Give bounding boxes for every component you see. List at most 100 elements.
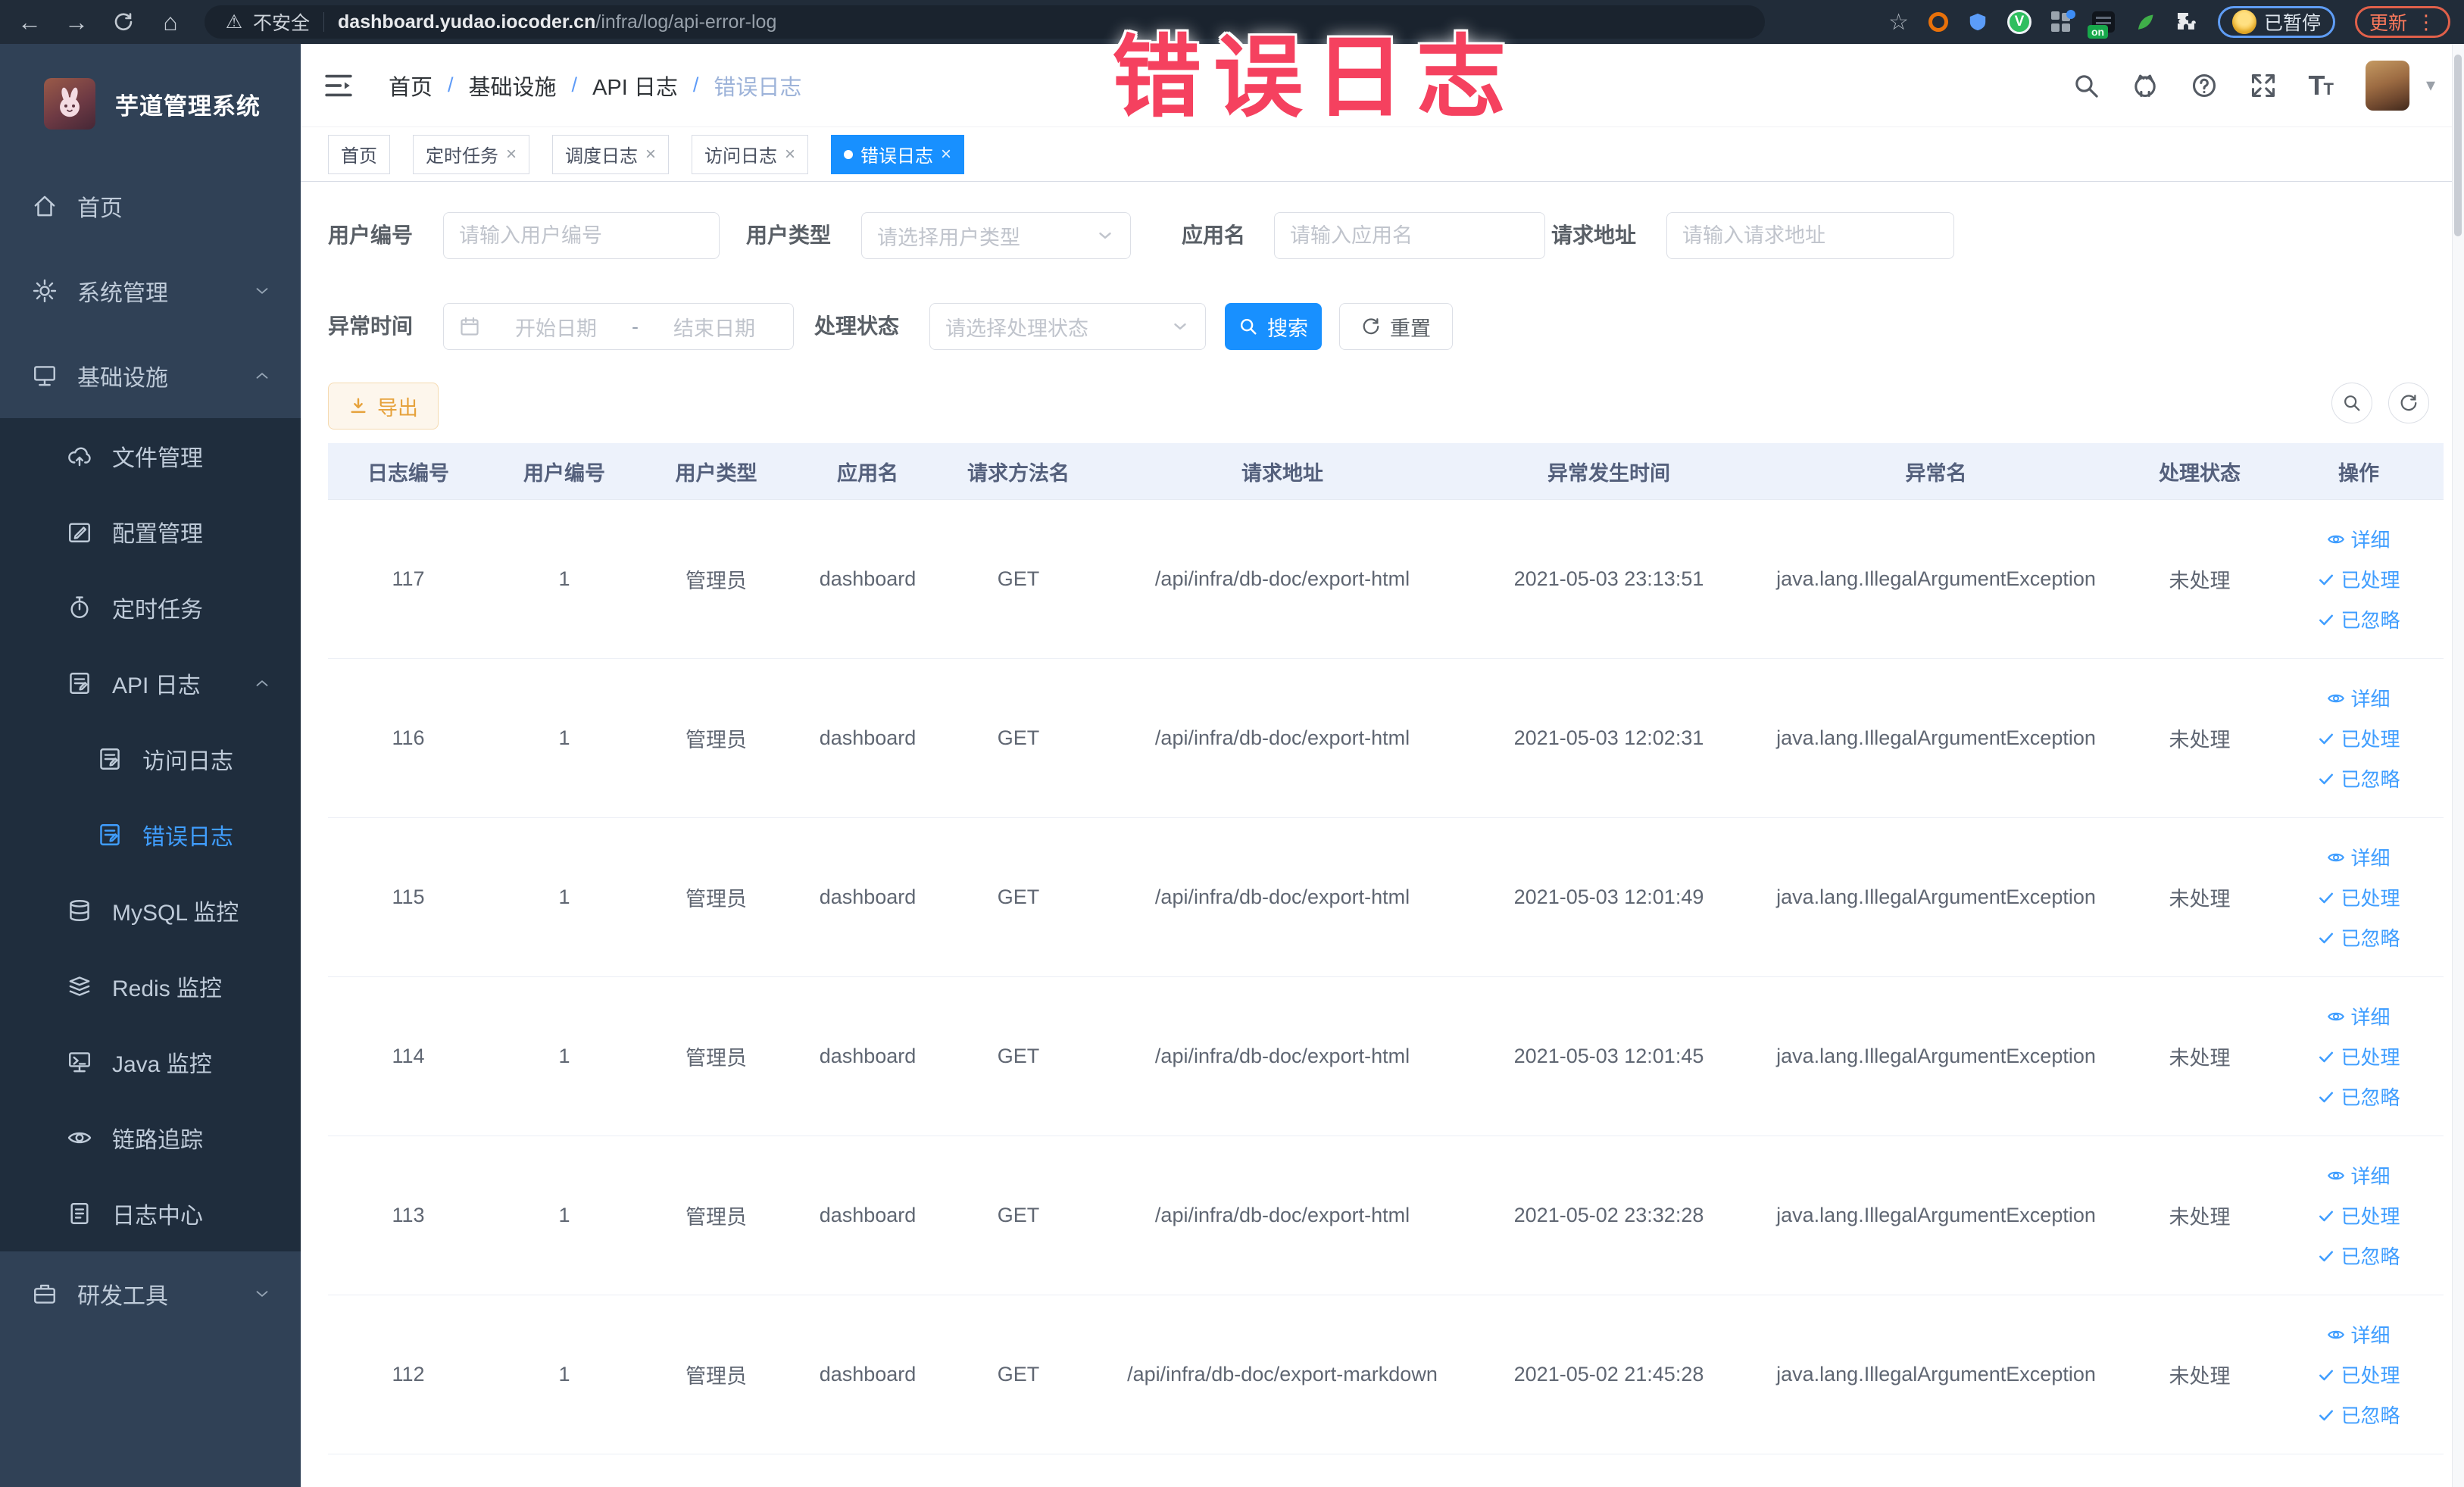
sidebar-item-系统管理[interactable]: 系统管理 bbox=[0, 248, 301, 333]
action-link-详细[interactable]: 详细 bbox=[2327, 1320, 2391, 1348]
sidebar-item-MySQL-监控[interactable]: MySQL 监控 bbox=[0, 873, 301, 948]
refresh-table-button[interactable] bbox=[2388, 383, 2429, 423]
action-link-已忽略[interactable]: 已忽略 bbox=[2317, 1401, 2400, 1429]
address-bar[interactable]: ⚠ 不安全 dashboard.yudao.iocoder.cn /infra/… bbox=[205, 5, 1765, 39]
action-link-详细[interactable]: 详细 bbox=[2327, 525, 2391, 553]
sidebar-item-错误日志[interactable]: 错误日志 bbox=[0, 797, 301, 873]
app-logo[interactable]: 芋道管理系统 bbox=[0, 44, 301, 164]
font-size-icon[interactable]: T T bbox=[2309, 71, 2334, 98]
table-cell: 1 bbox=[558, 726, 570, 749]
action-link-详细[interactable]: 详细 bbox=[2327, 1002, 2391, 1030]
user-type-select[interactable]: 请选择用户类型 bbox=[861, 212, 1131, 259]
extension-orange-ring-icon[interactable] bbox=[1928, 12, 1948, 32]
sidebar-item-链路追踪[interactable]: 链路追踪 bbox=[0, 1100, 301, 1176]
home-icon[interactable]: ⌂ bbox=[153, 5, 188, 39]
action-link-已处理[interactable]: 已处理 bbox=[2317, 1201, 2400, 1229]
sidebar-item-基础设施[interactable]: 基础设施 bbox=[0, 333, 301, 418]
header-search-icon[interactable] bbox=[2072, 72, 2100, 99]
action-link-已忽略[interactable]: 已忽略 bbox=[2317, 605, 2400, 633]
process-status-select[interactable]: 请选择处理状态 bbox=[929, 303, 1206, 350]
sidebar-item-研发工具[interactable]: 研发工具 bbox=[0, 1251, 301, 1336]
sidebar-item-label: 链路追踪 bbox=[112, 1128, 203, 1153]
breadcrumb-api-log[interactable]: API 日志 bbox=[592, 70, 678, 102]
action-link-已处理[interactable]: 已处理 bbox=[2317, 883, 2400, 911]
search-button[interactable]: 搜索 bbox=[1225, 303, 1322, 350]
extension-grid-icon[interactable] bbox=[2050, 10, 2075, 33]
tab-错误日志[interactable]: 错误日志 × bbox=[831, 134, 965, 174]
reload-icon[interactable] bbox=[106, 5, 141, 39]
sidebar-item-Java-监控[interactable]: Java 监控 bbox=[0, 1024, 301, 1100]
breadcrumb-home[interactable]: 首页 bbox=[389, 70, 433, 102]
forward-icon[interactable]: → bbox=[59, 5, 94, 39]
sidebar-item-Redis-监控[interactable]: Redis 监控 bbox=[0, 948, 301, 1024]
table-cell: 管理员 bbox=[685, 1206, 747, 1229]
sidebar-item-配置管理[interactable]: 配置管理 bbox=[0, 494, 301, 570]
close-tab-icon[interactable]: × bbox=[645, 145, 656, 164]
extension-proxy-icon[interactable]: on bbox=[2087, 11, 2115, 39]
profile-paused-badge[interactable]: 已暂停 bbox=[2217, 6, 2335, 38]
sidebar-item-文件管理[interactable]: 文件管理 bbox=[0, 418, 301, 494]
close-tab-icon[interactable]: × bbox=[941, 145, 951, 164]
action-link-详细[interactable]: 详细 bbox=[2327, 684, 2391, 712]
export-button[interactable]: 导出 bbox=[328, 383, 439, 430]
docs-question-icon[interactable] bbox=[2191, 72, 2218, 99]
chrome-update-button[interactable]: 更新 ⋮ bbox=[2354, 6, 2450, 38]
sidebar-item-首页[interactable]: 首页 bbox=[0, 164, 301, 248]
action-link-详细[interactable]: 详细 bbox=[2327, 843, 2391, 871]
logcenter-icon bbox=[67, 1201, 92, 1226]
check-icon bbox=[2317, 1247, 2335, 1265]
close-tab-icon[interactable]: × bbox=[785, 145, 795, 164]
action-link-已忽略[interactable]: 已忽略 bbox=[2317, 1082, 2400, 1111]
extension-leaf-icon[interactable] bbox=[2135, 11, 2156, 33]
tab-首页[interactable]: 首页 bbox=[328, 134, 390, 174]
github-icon[interactable] bbox=[2131, 72, 2159, 99]
sidebar-item-label: MySQL 监控 bbox=[112, 901, 239, 926]
tab-调度日志[interactable]: 调度日志 × bbox=[552, 134, 670, 174]
sidebar-menu: 首页 系统管理 基础设施 文件管理 配置管理 定时任务 API 日志 访问日志 错误日志 MySQ… bbox=[0, 164, 301, 1336]
fullscreen-icon[interactable] bbox=[2250, 72, 2277, 99]
action-link-已忽略[interactable]: 已忽略 bbox=[2317, 1242, 2400, 1270]
user-id-input[interactable] bbox=[443, 212, 720, 259]
bookmark-star-icon[interactable]: ☆ bbox=[1888, 9, 1909, 36]
action-link-已处理[interactable]: 已处理 bbox=[2317, 1042, 2400, 1070]
collapse-sidebar-icon[interactable] bbox=[323, 73, 354, 98]
breadcrumb-infra[interactable]: 基础设施 bbox=[469, 70, 557, 102]
tab-访问日志[interactable]: 访问日志 × bbox=[692, 134, 809, 174]
eye-icon bbox=[2327, 689, 2345, 708]
scrollbar-thumb[interactable] bbox=[2454, 55, 2462, 236]
sidebar-item-访问日志[interactable]: 访问日志 bbox=[0, 721, 301, 797]
action-link-已处理[interactable]: 已处理 bbox=[2317, 724, 2400, 752]
action-link-已处理[interactable]: 已处理 bbox=[2317, 1360, 2400, 1389]
table-cell: 1 bbox=[558, 1045, 570, 1067]
action-label: 详细 bbox=[2350, 688, 2391, 711]
table-cell: 管理员 bbox=[685, 1365, 747, 1388]
exception-time-range-picker[interactable]: 开始日期 - 结束日期 bbox=[443, 303, 794, 350]
extension-green-v-icon[interactable]: V bbox=[2006, 10, 2031, 34]
action-link-已忽略[interactable]: 已忽略 bbox=[2317, 923, 2400, 951]
table-cell: java.lang.IllegalArgumentException bbox=[1776, 1363, 2096, 1385]
close-tab-icon[interactable]: × bbox=[506, 145, 517, 164]
table-cell: 未处理 bbox=[2169, 1365, 2231, 1388]
page-scrollbar[interactable] bbox=[2452, 44, 2464, 1487]
check-icon bbox=[2317, 1048, 2335, 1066]
sidebar-item-API-日志[interactable]: API 日志 bbox=[0, 645, 301, 721]
app-name-input[interactable] bbox=[1274, 212, 1545, 259]
user-menu-caret-icon[interactable]: ▾ bbox=[2426, 74, 2435, 96]
sidebar-item-日志中心[interactable]: 日志中心 bbox=[0, 1176, 301, 1251]
reset-button-label: 重置 bbox=[1390, 317, 1431, 340]
request-url-input[interactable] bbox=[1666, 212, 1954, 259]
tab-定时任务[interactable]: 定时任务 × bbox=[413, 134, 530, 174]
back-icon[interactable]: ← bbox=[12, 5, 47, 39]
action-link-已忽略[interactable]: 已忽略 bbox=[2317, 764, 2400, 792]
user-avatar[interactable] bbox=[2365, 60, 2409, 111]
browser-menu-icon[interactable]: ⋮ bbox=[2416, 11, 2436, 34]
sidebar-item-label: 日志中心 bbox=[112, 1204, 203, 1229]
toggle-search-button[interactable] bbox=[2331, 383, 2372, 423]
action-link-已处理[interactable]: 已处理 bbox=[2317, 565, 2400, 593]
sidebar-item-定时任务[interactable]: 定时任务 bbox=[0, 570, 301, 645]
tab-label: 定时任务 bbox=[426, 146, 498, 167]
reset-button[interactable]: 重置 bbox=[1339, 303, 1453, 350]
extensions-puzzle-icon[interactable] bbox=[2175, 11, 2198, 33]
extension-blue-shield-icon[interactable] bbox=[1968, 11, 1988, 33]
action-link-详细[interactable]: 详细 bbox=[2327, 1161, 2391, 1189]
